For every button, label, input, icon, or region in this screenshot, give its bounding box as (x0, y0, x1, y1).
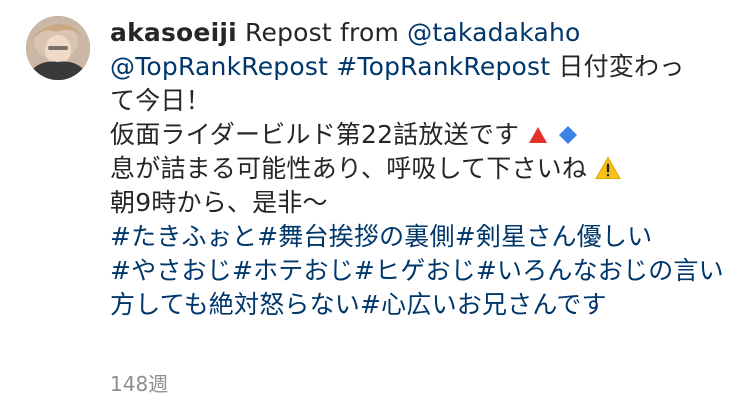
caption-line5: 朝9時から、是非〜 (110, 188, 328, 217)
hashtag-higeoji[interactable]: #ヒゲおじ (354, 256, 476, 285)
caption-line3: 仮面ライダービルド第22話放送です (110, 120, 520, 149)
red-triangle-icon (529, 127, 548, 143)
mention-toprankrepost[interactable]: @TopRankRepost (110, 52, 328, 81)
hashtag-yasaoji[interactable]: #やさおじ (110, 256, 232, 285)
repost-text: Repost from (245, 18, 399, 47)
hashtag-takiphoto[interactable]: #たきふぉと (110, 222, 257, 251)
caption-line2: て今日！ (110, 86, 211, 115)
hashtag-butai-aisatsu[interactable]: #舞台挨拶の裏側 (257, 222, 455, 251)
hashtag-kokorohiroi[interactable]: #心広いお兄さんです (360, 290, 607, 319)
caption-line4: 息が詰まる可能性あり、呼吸して下さいね (110, 154, 588, 183)
hashtag-toprankrepost[interactable]: #TopRankRepost (336, 52, 550, 81)
post-age: 148週 (110, 372, 169, 396)
hashtag-hoteoji[interactable]: #ホテおじ (232, 256, 354, 285)
blue-diamond-icon (558, 126, 577, 144)
hashtag-kensei-yasashii[interactable]: #剣星さん優しい (455, 222, 653, 251)
warning-icon (595, 156, 622, 179)
comment-body: akasoeiji Repost from @takadakaho @TopRa… (110, 16, 730, 322)
caption-line1-tail: 日付変わっ (558, 52, 685, 81)
username-link[interactable]: akasoeiji (110, 18, 237, 47)
mention-takadakaho[interactable]: @takadakaho (407, 18, 580, 47)
avatar[interactable] (26, 16, 90, 80)
